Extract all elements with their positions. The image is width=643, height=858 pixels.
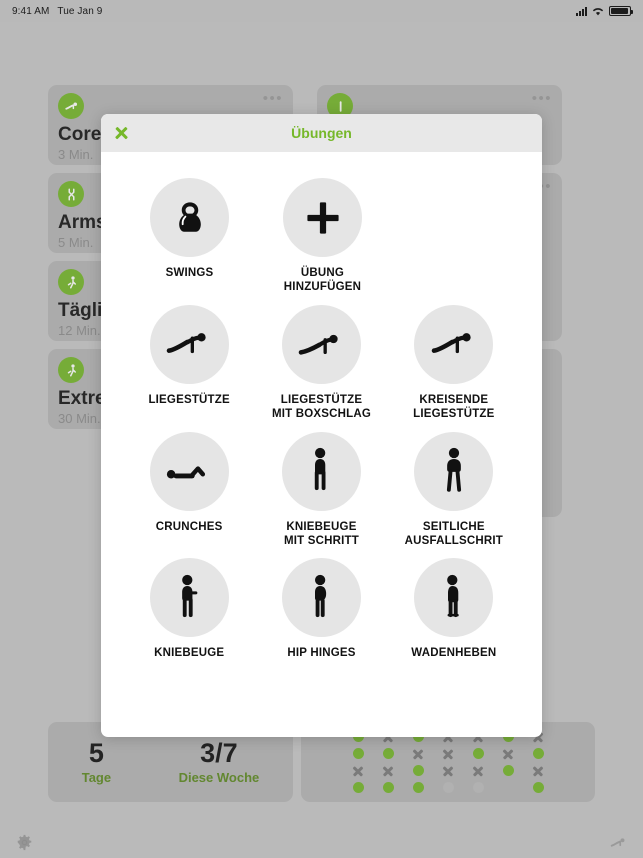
exercise-label: SWINGS <box>165 267 214 279</box>
exercise-row: SWINGS ÜBUNG HINZUFÜGEN <box>123 168 520 295</box>
exercise-item[interactable]: SEITLICHE AUSFALLSCHRIT <box>388 422 520 549</box>
squat-step-icon <box>281 431 361 511</box>
exercise-item[interactable]: KREISENDE LIEGESTÜTZE <box>388 295 520 422</box>
close-icon[interactable] <box>114 126 129 141</box>
app-screen: 9:41 AM Tue Jan 9 ••• Core 3 Min. ••• <box>0 0 643 858</box>
side-lunge-icon <box>414 431 494 511</box>
exercise-item[interactable]: LIEGESTÜTZE MIT BOXSCHLAG <box>255 295 387 422</box>
exercise-label: LIEGESTÜTZE MIT BOXSCHLAG <box>271 393 372 421</box>
exercise-label: KNIEBEUGE <box>154 647 225 660</box>
exercise-label: LIEGESTÜTZE <box>148 393 230 406</box>
squat-icon <box>149 558 229 638</box>
exercise-label: KREISENDE LIEGESTÜTZE <box>413 393 495 421</box>
pushup-circle-icon <box>414 304 494 384</box>
crunch-icon <box>149 431 229 511</box>
exercise-item[interactable]: HIP HINGES <box>255 548 387 660</box>
exercise-row: KNIEBEUGE HIP HINGES WADENHEBEN <box>123 548 520 660</box>
exercise-row: CRUNCHES KNIEBEUGE MIT SCHRITT SEITLICHE AUS… <box>123 422 520 549</box>
exercise-label: WADENHEBEN <box>411 647 497 660</box>
exercise-label: SEITLICHE AUSFALLSCHRIT <box>404 520 504 547</box>
pushup-icon <box>149 304 229 384</box>
wifi-icon <box>592 7 604 16</box>
cellular-signal-icon <box>576 6 587 16</box>
exercise-item[interactable]: CRUNCHES <box>123 422 255 549</box>
exercise-label: ÜBUNG HINZUFÜGEN <box>283 267 362 294</box>
plus-icon <box>283 178 362 257</box>
exercise-item[interactable]: KNIEBEUGE <box>123 548 255 660</box>
exercise-label: CRUNCHES <box>155 520 223 533</box>
exercise-label: KNIEBEUGE MIT SCHRITT <box>283 520 359 547</box>
calf-raise-icon <box>414 558 494 638</box>
modal-title: Übungen <box>291 125 352 141</box>
exercise-item[interactable]: WADENHEBEN <box>388 548 520 660</box>
status-bar-time: 9:41 AM <box>12 5 50 17</box>
exercise-row: LIEGESTÜTZE LIEGESTÜTZE MIT BOXSCHLAG KREIS… <box>123 295 520 422</box>
status-bar-right <box>576 6 633 16</box>
kettlebell-icon <box>150 178 229 257</box>
exercise-item[interactable]: KNIEBEUGE MIT SCHRITT <box>255 422 387 549</box>
battery-icon <box>609 6 633 16</box>
pushup-punch-icon <box>281 304 361 384</box>
status-bar: 9:41 AM Tue Jan 9 <box>0 0 643 22</box>
exercise-label: HIP HINGES <box>287 647 356 660</box>
hip-hinge-icon <box>281 558 361 638</box>
exercises-modal: Übungen SWINGS ÜBUNG HINZUFÜGEN LIEGESTÜTZE… <box>101 114 542 737</box>
exercise-item[interactable]: ÜBUNG HINZUFÜGEN <box>256 168 389 295</box>
modal-header: Übungen <box>101 114 542 152</box>
status-bar-left: 9:41 AM Tue Jan 9 <box>12 6 102 17</box>
exercise-item[interactable]: SWINGS <box>123 168 256 295</box>
exercise-grid: SWINGS ÜBUNG HINZUFÜGEN LIEGESTÜTZE LIEGESTÜ… <box>101 152 542 671</box>
status-bar-date: Tue Jan 9 <box>57 5 103 17</box>
exercise-item[interactable]: LIEGESTÜTZE <box>123 295 255 422</box>
